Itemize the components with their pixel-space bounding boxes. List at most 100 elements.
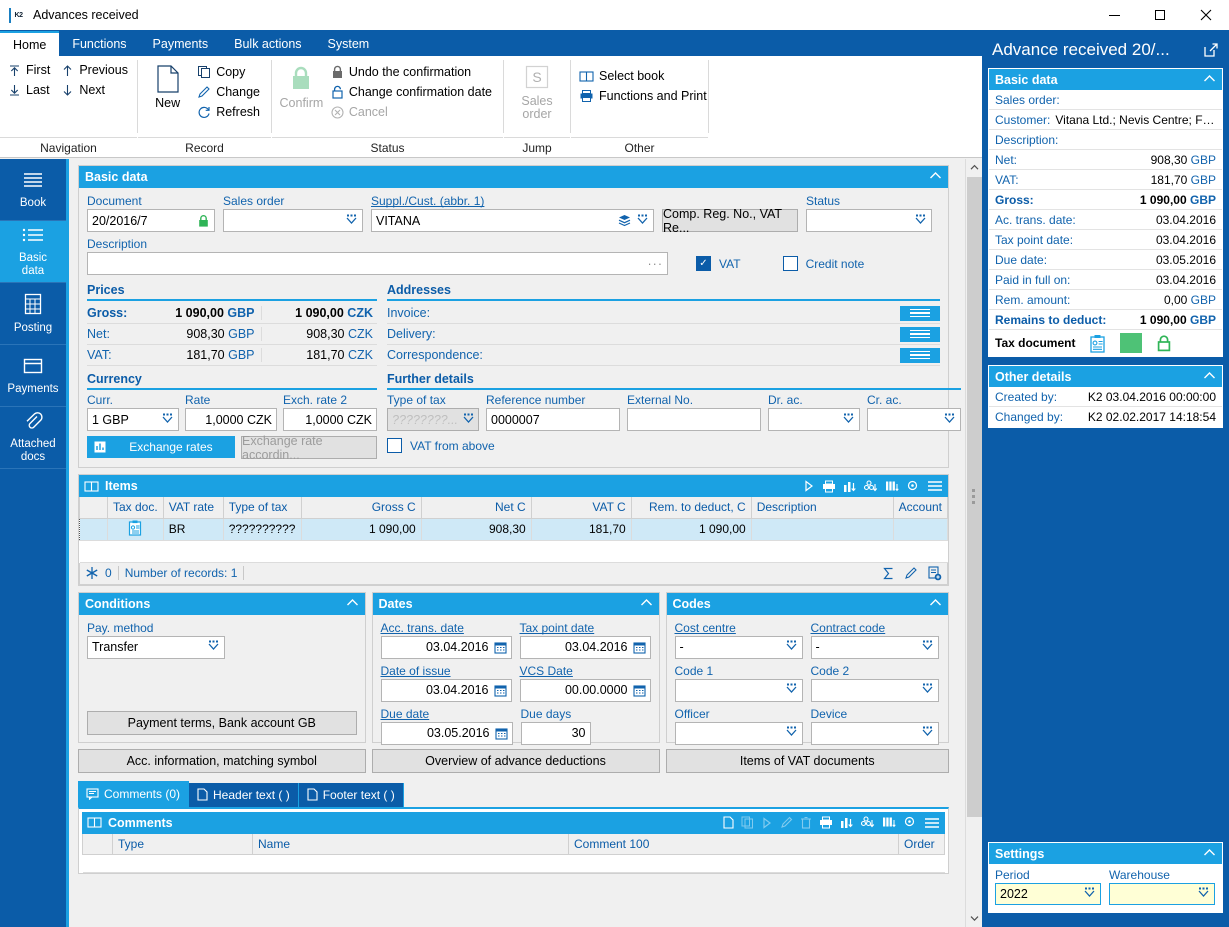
vcs-date-input[interactable]: 00.00.0000 [519, 678, 651, 702]
vat-checkbox[interactable]: ✓ [696, 256, 711, 271]
chevron-down-icon[interactable] [345, 214, 358, 228]
stack-icon[interactable] [617, 214, 632, 228]
warehouse-input[interactable] [1109, 883, 1215, 905]
due-date-input[interactable]: 03.05.2016 [380, 721, 513, 745]
ribbon-tab-system[interactable]: System [315, 31, 383, 56]
chevron-down-icon[interactable] [921, 683, 934, 697]
menu-icon[interactable] [927, 480, 943, 492]
description-input[interactable]: ··· [87, 252, 668, 275]
functions-and-print-button[interactable]: Functions and Print [575, 86, 714, 106]
scroll-up-button[interactable] [966, 159, 983, 176]
pencil-icon[interactable] [780, 816, 793, 829]
chevron-down-icon[interactable] [207, 640, 220, 654]
popout-icon[interactable] [1203, 42, 1219, 58]
code2-input[interactable] [810, 678, 939, 702]
calendar-icon[interactable] [632, 641, 646, 654]
items-col-net-c[interactable]: Net C [420, 497, 532, 519]
chevron-down-icon[interactable] [462, 413, 475, 427]
comments-col-comment-100[interactable]: Comment 100 [568, 833, 899, 855]
chart-icon[interactable] [843, 480, 857, 493]
due-days-input[interactable]: 30 [520, 721, 591, 745]
acc-information-button[interactable]: Acc. information, matching symbol [78, 748, 366, 773]
chevron-down-icon[interactable] [921, 726, 934, 740]
items-of-vat-documents-button[interactable]: Items of VAT documents [665, 748, 949, 773]
type-of-tax-input[interactable]: ????????... [387, 408, 479, 431]
chevron-up-icon[interactable] [929, 171, 942, 183]
vat-from-above-checkbox[interactable] [387, 438, 402, 453]
cr-ac-input[interactable] [867, 408, 961, 431]
date-of-issue-input[interactable]: 03.04.2016 [380, 678, 512, 702]
chevron-up-icon[interactable] [929, 598, 942, 610]
items-col-tax-doc[interactable]: Tax doc. [107, 497, 164, 519]
calendar-icon[interactable] [494, 727, 508, 740]
curr-input[interactable]: 1 GBP [87, 408, 179, 431]
tab-footer-text[interactable]: Footer text ( ) [298, 782, 404, 807]
printer-icon[interactable] [819, 816, 833, 829]
officer-input[interactable] [674, 721, 803, 745]
comments-col-name[interactable]: Name [252, 833, 569, 855]
chevron-up-icon[interactable] [346, 598, 359, 610]
settings-icon[interactable] [903, 816, 917, 829]
chevron-down-icon[interactable] [914, 214, 927, 228]
correspondence-address-list-button[interactable] [900, 347, 940, 363]
first-button[interactable]: First [4, 60, 57, 80]
invoice-address-list-button[interactable] [900, 305, 940, 321]
items-col-rem-to-deduct-c[interactable]: Rem. to deduct, C [630, 497, 752, 519]
ribbon-tab-functions[interactable]: Functions [59, 31, 139, 56]
chevron-down-icon[interactable] [161, 413, 174, 427]
change-confirmation-date-button[interactable]: Change confirmation date [327, 82, 499, 102]
tab-header-text[interactable]: Header text ( ) [189, 782, 299, 807]
chevron-down-icon[interactable] [785, 683, 798, 697]
cost-centre-input[interactable]: - [674, 635, 803, 659]
sidebar-item-posting[interactable]: Posting [0, 283, 66, 345]
main-vertical-scrollbar[interactable] [965, 159, 982, 927]
sales-order-input[interactable] [223, 209, 363, 232]
next-button[interactable]: Next [57, 80, 135, 100]
new-button[interactable]: New [142, 60, 193, 110]
ribbon-tab-bulk-actions[interactable]: Bulk actions [221, 31, 314, 56]
chevron-down-icon[interactable] [943, 413, 956, 427]
menu-icon[interactable] [924, 817, 940, 829]
dr-ac-input[interactable] [768, 408, 860, 431]
chevron-down-icon[interactable] [785, 726, 798, 740]
row-selector-cell[interactable] [79, 517, 108, 541]
sidebar-item-attached-docs[interactable]: Attached docs [0, 407, 66, 469]
last-button[interactable]: Last [4, 80, 57, 100]
sidebar-item-payments[interactable]: Payments [0, 345, 66, 407]
cancel-button[interactable]: Cancel [327, 102, 499, 122]
items-col-selector[interactable] [79, 497, 108, 519]
items-col-vat-rate[interactable]: VAT rate [162, 497, 224, 519]
copy-icon[interactable] [741, 816, 754, 829]
change-button[interactable]: Change [193, 82, 267, 102]
ribbon-tab-home[interactable]: Home [0, 31, 60, 56]
chevron-down-icon[interactable] [636, 214, 649, 228]
tax-point-date-input[interactable]: 03.04.2016 [519, 635, 651, 659]
add-record-icon[interactable] [927, 565, 942, 581]
items-col-type-of-tax[interactable]: Type of tax [222, 497, 302, 519]
group-icon[interactable] [861, 816, 875, 829]
chevron-down-icon[interactable] [785, 640, 798, 654]
items-col-account[interactable]: Account [892, 497, 949, 519]
pencil-icon[interactable] [904, 566, 918, 580]
comments-col-order[interactable]: Order [898, 833, 945, 855]
chevron-down-icon[interactable] [1197, 887, 1210, 901]
device-input[interactable] [810, 721, 939, 745]
chevron-up-icon[interactable] [1203, 848, 1216, 860]
group-icon[interactable] [864, 479, 878, 493]
columns-icon[interactable] [882, 816, 896, 829]
chart-icon[interactable] [840, 816, 854, 829]
delivery-address-list-button[interactable] [900, 326, 940, 342]
calendar-icon[interactable] [493, 684, 507, 697]
chevron-up-icon[interactable] [1203, 74, 1216, 86]
sum-icon[interactable] [882, 567, 895, 580]
columns-icon[interactable] [885, 480, 899, 493]
exchange-rate-according-button[interactable]: Exchange rate accordin... [241, 434, 377, 462]
calendar-icon[interactable] [493, 641, 507, 654]
supplier-input[interactable]: VITANA [371, 209, 654, 232]
exch-rate-2-input[interactable]: 1,0000 CZK [283, 408, 377, 431]
credit-note-checkbox[interactable] [782, 256, 798, 271]
maximize-button[interactable] [1137, 0, 1183, 30]
ellipsis-icon[interactable]: ··· [648, 257, 664, 271]
refresh-button[interactable]: Refresh [193, 102, 267, 122]
delete-icon[interactable] [800, 816, 812, 829]
